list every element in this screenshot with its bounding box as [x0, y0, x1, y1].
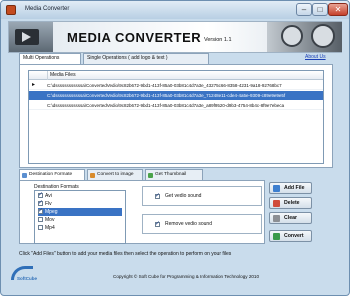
row-pointer-icon: ▸ — [32, 82, 36, 88]
minimize-button[interactable]: – — [296, 3, 312, 16]
tab-label: Destination Formate — [29, 172, 73, 177]
remove-vedio-sound-label: Remove vedio sound — [165, 221, 212, 227]
multi-operations-panel: Media Files ▸ C:\dssssssssssssa\Converte… — [19, 64, 333, 168]
format-checkbox[interactable] — [38, 207, 43, 215]
tab-convert-to-image[interactable]: Convert to image — [87, 169, 143, 180]
film-reel-icon — [281, 25, 303, 47]
remove-vedio-sound-checkbox[interactable] — [155, 220, 160, 227]
format-name: Flv — [45, 201, 52, 207]
media-file-path: C:\dssssssssssssa\ConvertedVedio\9c82b67… — [47, 83, 282, 88]
about-us-link[interactable]: About Us — [305, 54, 326, 60]
format-checkbox[interactable] — [38, 199, 43, 207]
format-item-mpeg[interactable]: Mpeg — [38, 207, 122, 216]
tab-get-thumbnail[interactable]: Get Thumbnail — [145, 169, 203, 180]
media-files-column-header[interactable]: Media Files — [47, 71, 323, 80]
destination-formats-list[interactable]: Avi Flv Mpeg Mov Mp4 — [34, 190, 126, 244]
media-file-path: C:\dssssssssssssa\ConvertedVedio\9c82b67… — [47, 103, 285, 108]
thumbnail-icon — [148, 173, 153, 178]
banner-version: Version 1.1 — [204, 37, 232, 43]
banner-title: MEDIA CONVERTER — [67, 30, 202, 45]
copyright-text: Copyright © Soft Cube for Programming & … — [113, 274, 260, 279]
format-name: Avi — [45, 193, 52, 199]
film-play-icon — [15, 29, 39, 45]
tab-label: Get Thumbnail — [155, 172, 187, 177]
clear-button[interactable]: Clear — [269, 212, 312, 224]
get-vedio-sound-option: Get vedio sound — [142, 186, 262, 206]
add-file-label: Add File — [284, 185, 305, 191]
media-files-list[interactable]: Media Files ▸ C:\dssssssssssssa\Converte… — [28, 70, 324, 164]
format-checkbox[interactable] — [38, 225, 43, 231]
instructions-text: Click "Add Files" button to add your med… — [19, 251, 232, 257]
format-name: Mpeg — [45, 209, 58, 215]
clear-icon — [273, 215, 280, 222]
tab-single-operations[interactable]: Single Operations ( add logo & text ) — [83, 53, 209, 64]
delete-button[interactable]: Delete — [269, 197, 312, 209]
media-file-row[interactable]: C:\dssssssssssssa\ConvertedVedio\9c82b67… — [29, 101, 323, 110]
remove-vedio-sound-option: Remove vedio sound — [142, 214, 262, 234]
add-file-button[interactable]: Add File — [269, 182, 312, 194]
delete-label: Delete — [284, 200, 300, 206]
media-file-row[interactable]: ▸ C:\dssssssssssssa\ConvertedVedio\9c82b… — [29, 81, 323, 90]
convert-label: Convert — [284, 233, 304, 239]
get-vedio-sound-label: Get vedio sound — [165, 193, 202, 199]
list-header: Media Files — [29, 71, 323, 80]
tab-label: Convert to image — [97, 172, 134, 177]
app-window: Media Converter – □ ✕ MEDIA CONVERTER Ve… — [0, 0, 350, 296]
app-icon — [6, 5, 16, 15]
maximize-button[interactable]: □ — [312, 3, 328, 16]
softcube-logo: SoftCube — [11, 266, 39, 286]
destination-formate-panel: Destination Formats Avi Flv Mpeg Mov Mp4… — [19, 180, 265, 244]
add-file-icon — [273, 185, 280, 192]
format-item-mp4[interactable]: Mp4 — [38, 224, 55, 232]
convert-button[interactable]: Convert — [269, 230, 312, 242]
image-icon — [90, 173, 95, 178]
window-title: Media Converter — [25, 6, 70, 12]
title-bar[interactable]: Media Converter – □ ✕ — [1, 1, 349, 19]
media-file-path: C:\dssssssssssssa\ConvertedVedio\9c82b67… — [47, 93, 286, 98]
delete-icon — [273, 200, 280, 207]
banner-film-graphic — [9, 22, 53, 52]
get-vedio-sound-checkbox[interactable] — [155, 192, 160, 199]
close-button[interactable]: ✕ — [328, 3, 348, 16]
footer: SoftCube Copyright © Soft Cube for Progr… — [7, 266, 343, 288]
format-checkbox[interactable] — [38, 191, 43, 199]
banner-reels-graphic — [267, 22, 342, 52]
format-item-mov[interactable]: Mov — [38, 216, 54, 224]
logo-text: SoftCube — [17, 276, 37, 281]
format-icon — [22, 173, 27, 178]
format-name: Mp4 — [45, 225, 55, 231]
film-reel-icon — [311, 24, 335, 48]
clear-label: Clear — [284, 215, 297, 221]
format-checkbox[interactable] — [38, 217, 43, 223]
format-name: Mov — [45, 217, 55, 223]
header-banner: MEDIA CONVERTER Version 1.1 — [8, 21, 342, 53]
convert-icon — [273, 233, 280, 240]
media-file-row[interactable]: C:\dssssssssssssa\ConvertedVedio\9c82b67… — [29, 91, 323, 100]
